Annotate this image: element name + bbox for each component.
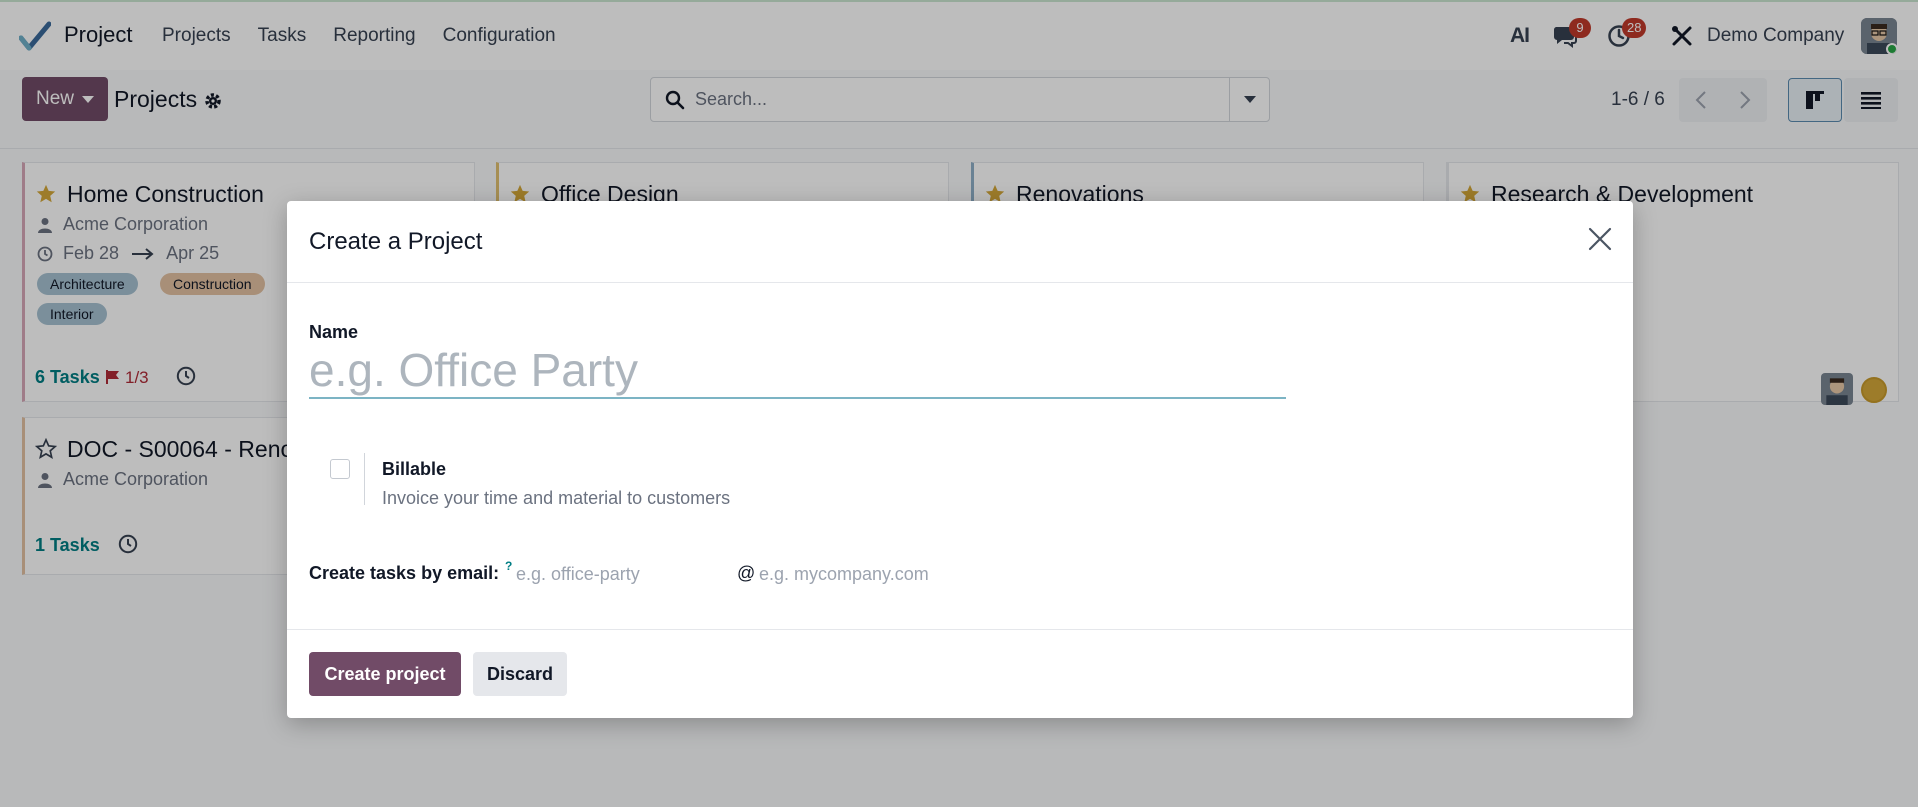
create-project-button[interactable]: Create project [309, 652, 461, 696]
dialog-header: Create a Project [287, 201, 1633, 283]
discard-button[interactable]: Discard [473, 652, 567, 696]
create-project-dialog: Create a Project Name Billable Invoice y… [287, 201, 1633, 718]
billable-help-text: Invoice your time and material to custom… [382, 488, 731, 508]
billable-label[interactable]: Billable [382, 459, 446, 480]
project-name-input[interactable] [309, 343, 1286, 399]
email-alias-label: Create tasks by email: [309, 563, 500, 583]
close-icon[interactable] [1587, 226, 1613, 252]
dialog-title: Create a Project [309, 228, 483, 255]
email-alias-input[interactable] [516, 561, 726, 587]
help-tooltip-icon[interactable]: ? [505, 559, 512, 573]
billable-checkbox[interactable] [330, 459, 350, 479]
dialog-footer: Create project Discard [287, 629, 1633, 718]
email-domain-input[interactable] [759, 561, 979, 587]
at-sign: @ [737, 563, 756, 583]
name-label: Name [309, 322, 359, 342]
divider [364, 453, 365, 505]
